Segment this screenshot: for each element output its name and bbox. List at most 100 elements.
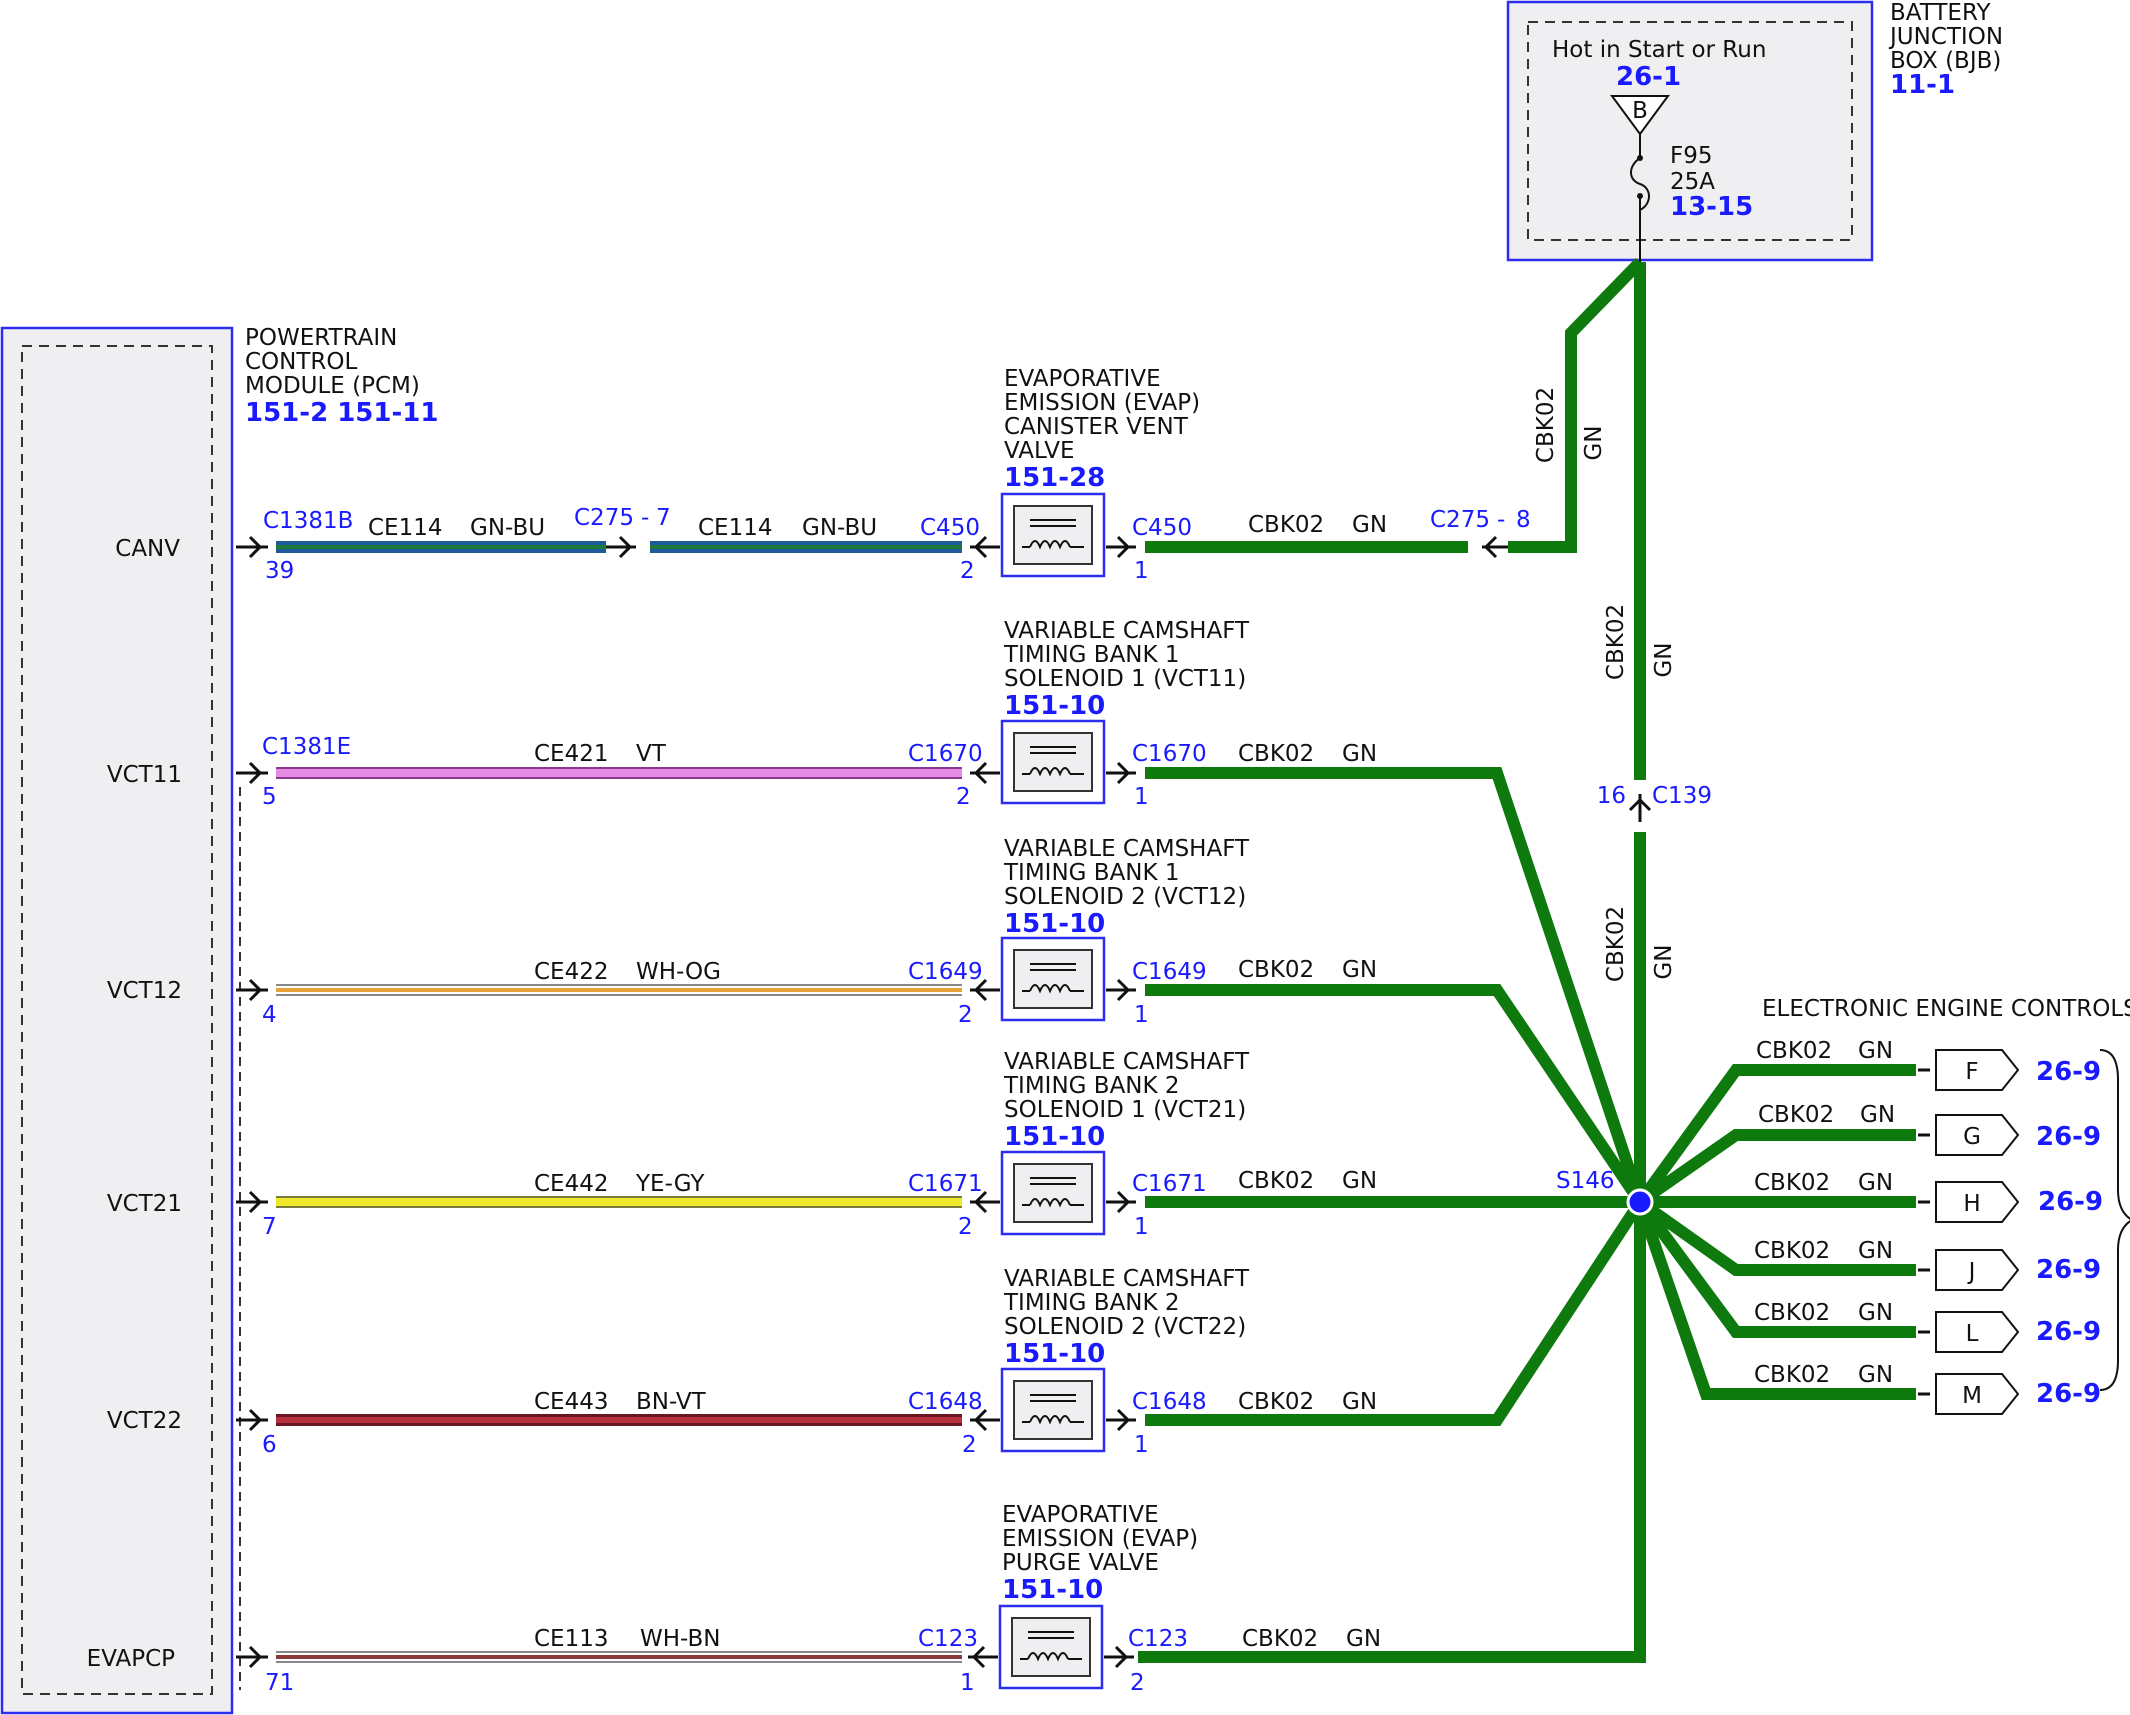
purge-connector-right[interactable]: C123 [1128, 1626, 1188, 1652]
vct12-ref[interactable]: 151-10 [1004, 909, 1105, 939]
bjb-hot-ref[interactable]: 26-1 [1616, 62, 1681, 92]
wire-vct22-return[interactable] [1145, 1198, 1646, 1426]
evap-vent-ref[interactable]: 151-28 [1004, 463, 1105, 493]
return-color-canv: GN [1352, 512, 1387, 538]
circuit-ce421: CE421 [534, 741, 609, 767]
vct12-name-line2: TIMING BANK 1 [1003, 860, 1180, 886]
pcm-refs[interactable]: 151-2 151-11 [245, 398, 438, 428]
circuit-vct12: 4 CE422 WH-OG C1649 2 C1649 1 CBK02 GN V… [236, 836, 1645, 1206]
eec-h-letter: H [1963, 1191, 1980, 1217]
splice-s146-label: S146 [1556, 1168, 1615, 1194]
vct11-connector-right[interactable]: C1670 [1132, 741, 1207, 767]
pcm-pin6-connector-icon [236, 1408, 268, 1432]
evap-vent-name-line2: EMISSION (EVAP) [1004, 390, 1200, 416]
vct11-connector-left[interactable]: C1670 [908, 741, 983, 767]
bjb-ref[interactable]: 11-1 [1890, 70, 1955, 100]
c275-inline-connector[interactable]: C275 [574, 505, 634, 531]
pcm-connector-c1381e[interactable]: C1381E [262, 734, 351, 760]
vct21-name-line3: SOLENOID 1 (VCT21) [1004, 1097, 1246, 1123]
vct22-name-line3: SOLENOID 2 (VCT22) [1004, 1314, 1246, 1340]
eec-l-circuit: CBK02 [1754, 1300, 1830, 1326]
eec-j-ref[interactable]: 26-9 [2036, 1255, 2101, 1285]
evap-purge-valve[interactable] [998, 1604, 1104, 1690]
vct22-ref[interactable]: 151-10 [1004, 1339, 1105, 1369]
purge-ref[interactable]: 151-10 [1002, 1575, 1103, 1605]
circuit-ce442: CE442 [534, 1171, 609, 1197]
pcm-pin-71: 71 [265, 1670, 294, 1696]
vct11-pin-1: 1 [1134, 784, 1149, 810]
eec-branch-g[interactable]: CBK02 GN G 26-9 [1758, 1102, 2101, 1156]
vct22-pin-2: 2 [962, 1432, 977, 1458]
vct21-connector-right[interactable]: C1671 [1132, 1171, 1207, 1197]
return-circuit-vct11: CBK02 [1238, 741, 1314, 767]
vct21-name-line2: TIMING BANK 2 [1003, 1073, 1180, 1099]
feed-color-low: GN [1651, 944, 1677, 979]
c275-pin-7: 7 [656, 505, 671, 531]
circuit-vct21: 7 CE442 YE-GY C1671 2 C1671 1 CBK02 GN V… [236, 1049, 1640, 1240]
pcm-c1381b-connector-icon [236, 535, 268, 559]
pcm-name-line1: POWERTRAIN [245, 325, 397, 351]
purge-name-line1: EVAPORATIVE [1002, 1502, 1159, 1528]
feed-circuit-mid: CBK02 [1603, 604, 1629, 680]
vct22-connector-right[interactable]: C1648 [1132, 1389, 1207, 1415]
eec-j-color: GN [1858, 1238, 1893, 1264]
return-circuit-evapcp: CBK02 [1242, 1626, 1318, 1652]
vct12-solenoid[interactable] [1000, 936, 1106, 1022]
feed-color-top: GN [1581, 425, 1607, 460]
feed-color-mid: GN [1651, 642, 1677, 677]
pcm-pin-canv: CANV [115, 536, 180, 562]
c139-connector[interactable]: C139 [1652, 783, 1712, 809]
evap-vent-connector-right[interactable]: C450 [1132, 515, 1192, 541]
eec-f-ref[interactable]: 26-9 [2036, 1057, 2101, 1087]
purge-connector-left[interactable]: C123 [918, 1626, 978, 1652]
purge-name-line3: PURGE VALVE [1002, 1550, 1159, 1576]
vct21-ref[interactable]: 151-10 [1004, 1122, 1105, 1152]
vct12-name-line3: SOLENOID 2 (VCT12) [1004, 884, 1246, 910]
vct22-solenoid[interactable] [1000, 1367, 1106, 1453]
vct11-ref[interactable]: 151-10 [1004, 691, 1105, 721]
return-color-vct11: GN [1342, 741, 1377, 767]
vct11-solenoid[interactable] [1000, 719, 1106, 805]
splice-s146-node[interactable] [1626, 1188, 1654, 1216]
evap-vent-name-line4: VALVE [1004, 438, 1075, 464]
vct12-connector-right[interactable]: C1649 [1132, 959, 1207, 985]
eec-l-ref[interactable]: 26-9 [2036, 1317, 2101, 1347]
vct21-solenoid[interactable] [1000, 1150, 1106, 1236]
return-color-vct22: GN [1342, 1389, 1377, 1415]
evap-vent-connector-left[interactable]: C450 [920, 515, 980, 541]
eec-h-ref[interactable]: 26-9 [2038, 1187, 2103, 1217]
vct21-connector-left[interactable]: C1671 [908, 1171, 983, 1197]
bjb-name-line1: BATTERY [1890, 0, 1991, 26]
eec-j-circuit: CBK02 [1754, 1238, 1830, 1264]
circuit-vct22: 6 CE443 BN-VT C1648 2 C1648 1 CBK02 GN V… [236, 1198, 1646, 1458]
eec-l-letter: L [1966, 1321, 1979, 1347]
pcm-name-line2: CONTROL [245, 349, 358, 375]
fuse-ref[interactable]: 13-15 [1670, 192, 1753, 222]
pcm-c1381e-connector-icon [236, 761, 268, 785]
pcm-pin-5: 5 [262, 784, 277, 810]
eec-g-ref[interactable]: 26-9 [2036, 1122, 2101, 1152]
pcm-pin-vct11: VCT11 [107, 762, 182, 788]
return-circuit-canv: CBK02 [1248, 512, 1324, 538]
pcm-pin-6: 6 [262, 1432, 277, 1458]
c275-return-connector[interactable]: C275 [1430, 507, 1490, 533]
pcm-connector-c1381b[interactable]: C1381B [263, 508, 353, 534]
c275-dash: - [641, 505, 649, 531]
eec-m-ref[interactable]: 26-9 [2036, 1379, 2101, 1409]
vct22-connector-left[interactable]: C1648 [908, 1389, 983, 1415]
vct12-pin-2: 2 [958, 1002, 973, 1028]
purge-pin-2: 2 [1130, 1670, 1145, 1696]
evap-canister-vent-valve[interactable] [1000, 492, 1106, 578]
pcm-pin-vct22: VCT22 [107, 1408, 182, 1434]
return-color-evapcp: GN [1346, 1626, 1381, 1652]
vct22-name-line1: VARIABLE CAMSHAFT [1004, 1266, 1250, 1292]
eec-m-color: GN [1858, 1362, 1893, 1388]
pcm-pin-39: 39 [265, 558, 294, 584]
vct12-connector-left[interactable]: C1649 [908, 959, 983, 985]
vct11-name-line3: SOLENOID 1 (VCT11) [1004, 666, 1246, 692]
c275-inline-connector-icon [606, 535, 636, 559]
eec-m-circuit: CBK02 [1754, 1362, 1830, 1388]
fuse-name: F95 [1670, 143, 1713, 169]
circuit-evapcp: 71 CE113 WH-BN C123 1 C123 2 CBK02 GN EV… [236, 1502, 1381, 1696]
feed-circuit-top: CBK02 [1533, 387, 1559, 463]
